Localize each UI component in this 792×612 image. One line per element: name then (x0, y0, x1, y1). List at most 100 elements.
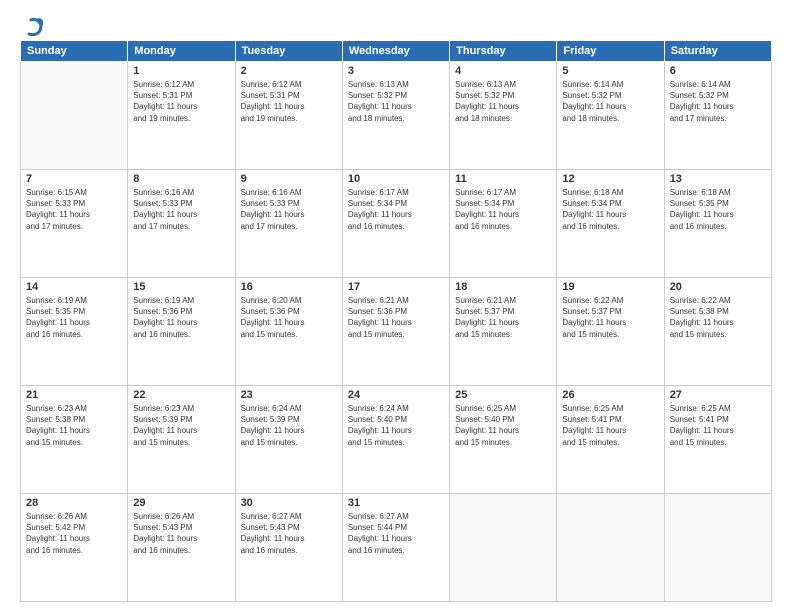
day-number: 13 (670, 173, 766, 185)
day-cell: 29Sunrise: 6:26 AM Sunset: 5:43 PM Dayli… (128, 494, 235, 602)
day-info: Sunrise: 6:15 AM Sunset: 5:33 PM Dayligh… (26, 187, 122, 232)
day-number: 12 (562, 173, 658, 185)
day-number: 18 (455, 281, 551, 293)
day-cell: 3Sunrise: 6:13 AM Sunset: 5:32 PM Daylig… (342, 62, 449, 170)
day-cell: 16Sunrise: 6:20 AM Sunset: 5:36 PM Dayli… (235, 278, 342, 386)
day-info: Sunrise: 6:24 AM Sunset: 5:39 PM Dayligh… (241, 403, 337, 448)
day-cell: 6Sunrise: 6:14 AM Sunset: 5:32 PM Daylig… (664, 62, 771, 170)
day-cell: 10 Sunrise: 6:17 AM Sunset: 5:34 PM Dayli… (342, 170, 449, 278)
day-info: Sunrise: 6:25 AM Sunset: 5:41 PM Dayligh… (670, 403, 766, 448)
day-cell: 1Sunrise: 6:12 AM Sunset: 5:31 PM Daylig… (128, 62, 235, 170)
day-cell: 17 Sunrise: 6:21 AM Sunset: 5:36 PM Dayli… (342, 278, 449, 386)
day-cell: 30 Sunrise: 6:27 AM Sunset: 5:43 PM Dayli… (235, 494, 342, 602)
logo-icon (21, 18, 43, 36)
day-number: 30 (241, 497, 337, 509)
day-cell: 18 Sunrise: 6:21 AM Sunset: 5:37 PM Dayli… (450, 278, 557, 386)
day-cell: 21 Sunrise: 6:23 AM Sunset: 5:38 PM Dayli… (21, 386, 128, 494)
day-cell: 11 Sunrise: 6:17 AM Sunset: 5:34 PM Dayli… (450, 170, 557, 278)
day-info: Sunrise: 6:22 AM Sunset: 5:37 PM Dayligh… (562, 295, 658, 340)
day-info: Sunrise: 6:17 AM Sunset: 5:34 PM Dayligh… (455, 187, 551, 232)
day-cell: 13 Sunrise: 6:18 AM Sunset: 5:35 PM Dayli… (664, 170, 771, 278)
day-cell: 7 Sunrise: 6:15 AM Sunset: 5:33 PM Daylig… (21, 170, 128, 278)
day-number: 15 (133, 281, 229, 293)
weekday-header-sunday: Sunday (21, 41, 128, 62)
day-number: 26 (562, 389, 658, 401)
day-info: Sunrise: 6:17 AM Sunset: 5:34 PM Dayligh… (348, 187, 444, 232)
weekday-header-wednesday: Wednesday (342, 41, 449, 62)
week-row-3: 14Sunrise: 6:19 AM Sunset: 5:35 PM Dayli… (21, 278, 772, 386)
week-row-5: 28 Sunrise: 6:26 AM Sunset: 5:42 PM Dayli… (21, 494, 772, 602)
day-number: 10 (348, 173, 444, 185)
day-info: Sunrise: 6:26 AM Sunset: 5:42 PM Dayligh… (26, 511, 122, 556)
day-cell: 9 Sunrise: 6:16 AM Sunset: 5:33 PM Daylig… (235, 170, 342, 278)
day-number: 4 (455, 65, 551, 77)
day-number: 25 (455, 389, 551, 401)
day-number: 19 (562, 281, 658, 293)
day-cell: 19 Sunrise: 6:22 AM Sunset: 5:37 PM Dayli… (557, 278, 664, 386)
day-cell: 20Sunrise: 6:22 AM Sunset: 5:38 PM Dayli… (664, 278, 771, 386)
day-cell: 24 Sunrise: 6:24 AM Sunset: 5:40 PM Dayli… (342, 386, 449, 494)
weekday-header-thursday: Thursday (450, 41, 557, 62)
day-cell: 28 Sunrise: 6:26 AM Sunset: 5:42 PM Dayli… (21, 494, 128, 602)
day-info: Sunrise: 6:12 AM Sunset: 5:31 PM Dayligh… (241, 79, 337, 124)
day-number: 11 (455, 173, 551, 185)
day-cell: 14Sunrise: 6:19 AM Sunset: 5:35 PM Dayli… (21, 278, 128, 386)
day-info: Sunrise: 6:24 AM Sunset: 5:40 PM Dayligh… (348, 403, 444, 448)
weekday-header-tuesday: Tuesday (235, 41, 342, 62)
day-cell: 25 Sunrise: 6:25 AM Sunset: 5:40 PM Dayli… (450, 386, 557, 494)
day-cell (450, 494, 557, 602)
day-number: 21 (26, 389, 122, 401)
day-info: Sunrise: 6:18 AM Sunset: 5:34 PM Dayligh… (562, 187, 658, 232)
day-number: 9 (241, 173, 337, 185)
day-number: 28 (26, 497, 122, 509)
day-number: 23 (241, 389, 337, 401)
day-info: Sunrise: 6:21 AM Sunset: 5:37 PM Dayligh… (455, 295, 551, 340)
day-info: Sunrise: 6:14 AM Sunset: 5:32 PM Dayligh… (670, 79, 766, 124)
logo (20, 18, 44, 32)
day-info: Sunrise: 6:26 AM Sunset: 5:43 PM Dayligh… (133, 511, 229, 556)
day-cell: 4 Sunrise: 6:13 AM Sunset: 5:32 PM Daylig… (450, 62, 557, 170)
day-info: Sunrise: 6:14 AM Sunset: 5:32 PM Dayligh… (562, 79, 658, 124)
day-info: Sunrise: 6:27 AM Sunset: 5:43 PM Dayligh… (241, 511, 337, 556)
day-info: Sunrise: 6:19 AM Sunset: 5:36 PM Dayligh… (133, 295, 229, 340)
page: SundayMondayTuesdayWednesdayThursdayFrid… (0, 0, 792, 612)
day-cell: 5 Sunrise: 6:14 AM Sunset: 5:32 PM Daylig… (557, 62, 664, 170)
day-info: Sunrise: 6:13 AM Sunset: 5:32 PM Dayligh… (455, 79, 551, 124)
day-cell: 31 Sunrise: 6:27 AM Sunset: 5:44 PM Dayli… (342, 494, 449, 602)
day-number: 27 (670, 389, 766, 401)
week-row-2: 7 Sunrise: 6:15 AM Sunset: 5:33 PM Daylig… (21, 170, 772, 278)
day-cell (664, 494, 771, 602)
day-number: 7 (26, 173, 122, 185)
day-cell: 27 Sunrise: 6:25 AM Sunset: 5:41 PM Dayli… (664, 386, 771, 494)
day-number: 2 (241, 65, 337, 77)
day-cell (557, 494, 664, 602)
day-number: 24 (348, 389, 444, 401)
day-info: Sunrise: 6:25 AM Sunset: 5:41 PM Dayligh… (562, 403, 658, 448)
day-cell: 12 Sunrise: 6:18 AM Sunset: 5:34 PM Dayli… (557, 170, 664, 278)
day-cell (21, 62, 128, 170)
calendar: SundayMondayTuesdayWednesdayThursdayFrid… (20, 40, 772, 602)
day-number: 17 (348, 281, 444, 293)
day-cell: 22Sunrise: 6:23 AM Sunset: 5:39 PM Dayli… (128, 386, 235, 494)
week-row-4: 21 Sunrise: 6:23 AM Sunset: 5:38 PM Dayli… (21, 386, 772, 494)
day-info: Sunrise: 6:16 AM Sunset: 5:33 PM Dayligh… (241, 187, 337, 232)
day-number: 3 (348, 65, 444, 77)
day-info: Sunrise: 6:25 AM Sunset: 5:40 PM Dayligh… (455, 403, 551, 448)
day-number: 1 (133, 65, 229, 77)
day-info: Sunrise: 6:19 AM Sunset: 5:35 PM Dayligh… (26, 295, 122, 340)
day-info: Sunrise: 6:20 AM Sunset: 5:36 PM Dayligh… (241, 295, 337, 340)
day-number: 31 (348, 497, 444, 509)
day-info: Sunrise: 6:23 AM Sunset: 5:38 PM Dayligh… (26, 403, 122, 448)
day-info: Sunrise: 6:21 AM Sunset: 5:36 PM Dayligh… (348, 295, 444, 340)
day-number: 20 (670, 281, 766, 293)
day-number: 5 (562, 65, 658, 77)
day-cell: 26 Sunrise: 6:25 AM Sunset: 5:41 PM Dayli… (557, 386, 664, 494)
day-info: Sunrise: 6:27 AM Sunset: 5:44 PM Dayligh… (348, 511, 444, 556)
day-cell: 23 Sunrise: 6:24 AM Sunset: 5:39 PM Dayli… (235, 386, 342, 494)
day-cell: 8Sunrise: 6:16 AM Sunset: 5:33 PM Daylig… (128, 170, 235, 278)
week-row-1: 1 Sunrise: 6:12 AM Sunset: 5:31 PM Daylig… (21, 62, 772, 170)
day-info: Sunrise: 6:16 AM Sunset: 5:33 PM Dayligh… (133, 187, 229, 232)
day-info: Sunrise: 6:18 AM Sunset: 5:35 PM Dayligh… (670, 187, 766, 232)
weekday-header-row: SundayMondayTuesdayWednesdayThursdayFrid… (21, 41, 772, 62)
day-info: Sunrise: 6:23 AM Sunset: 5:39 PM Dayligh… (133, 403, 229, 448)
